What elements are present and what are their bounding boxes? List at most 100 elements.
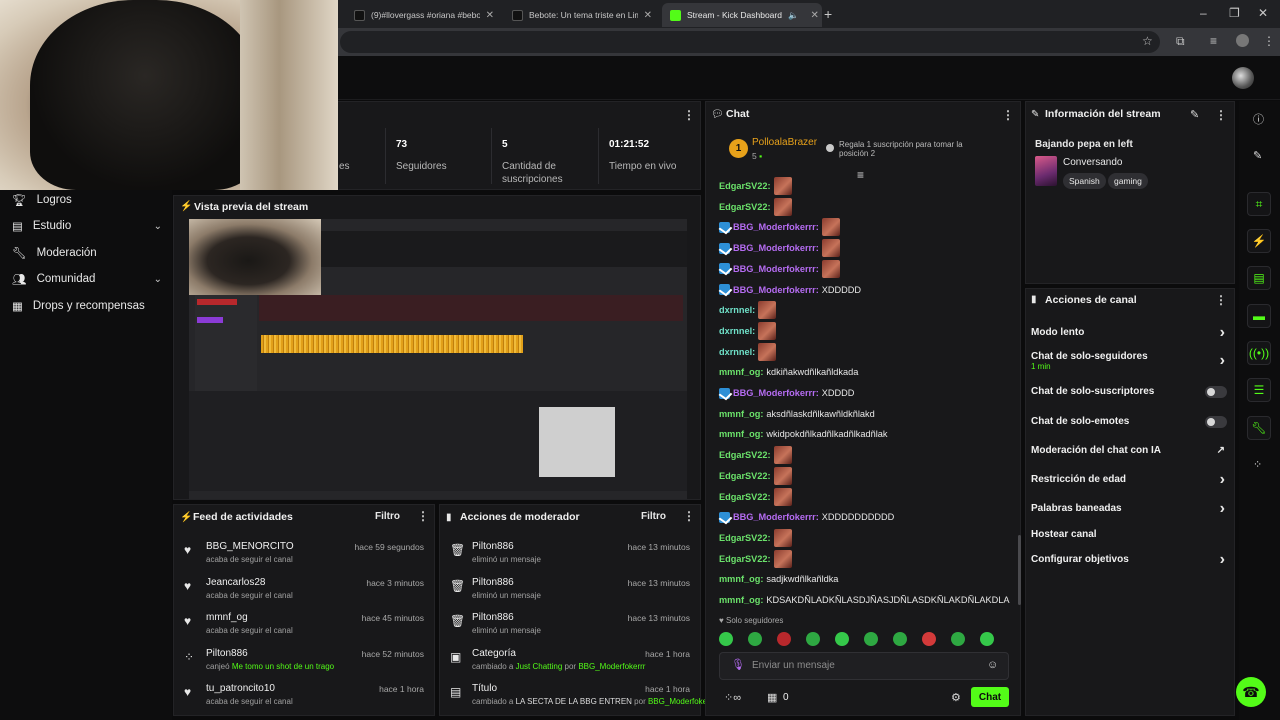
chat-username[interactable]: mmnf_og: (719, 574, 763, 584)
chat-username[interactable]: BBG_Moderfokerrr: (733, 222, 819, 232)
microphone-icon[interactable]: 🎙︎ (731, 658, 745, 671)
feed-desc-user[interactable]: BBG_Moderfokerrr (578, 662, 645, 671)
new-tab-icon[interactable]: + (824, 6, 832, 22)
top-gifter-name[interactable]: PolloalaBrazer (752, 137, 817, 148)
emoji-picker-icon[interactable]: ☺ (987, 659, 998, 671)
rail-broadcast-button[interactable]: ((•)) (1247, 341, 1271, 365)
bookmark-star-icon[interactable]: ☆ (1142, 34, 1153, 48)
stats-menu-icon[interactable]: ⋮ (683, 108, 695, 122)
rail-notes-button[interactable]: ▤ (1247, 266, 1271, 290)
chat-username[interactable]: BBG_Moderfokerrr: (733, 512, 819, 522)
sidebar-item-comunidad[interactable]: 👥︎ Comunidad ⌄ (12, 269, 162, 289)
close-icon[interactable]: ✕ (811, 10, 819, 21)
minimize-icon[interactable]: – (1200, 6, 1207, 20)
feed-username[interactable]: Pilton886 (472, 612, 514, 623)
chat-username[interactable]: BBG_Moderfokerrr: (733, 388, 819, 398)
chat-username[interactable]: dxrnnel: (719, 347, 755, 357)
emote-shortcut[interactable] (719, 632, 733, 646)
collapse-pinned-icon[interactable]: ≡ (857, 168, 864, 182)
chat-username[interactable]: EdgarSV22: (719, 492, 771, 502)
profile-avatar[interactable] (1236, 34, 1249, 47)
channel-action-item[interactable]: Restricción de edad › (1031, 472, 1231, 488)
channel-actions-menu-icon[interactable]: ⋮ (1215, 293, 1227, 307)
toggle-switch[interactable] (1205, 416, 1227, 428)
emote-shortcut[interactable] (893, 632, 907, 646)
channel-action-item[interactable]: Palabras baneadas › (1031, 501, 1231, 517)
chat-settings-gear-icon[interactable]: ⚙ (951, 691, 961, 704)
channel-action-item[interactable]: Hostear canal (1031, 529, 1231, 543)
window-close-icon[interactable]: ✕ (1258, 6, 1268, 20)
extensions-icon[interactable]: ⧉ (1176, 34, 1185, 49)
feed-username[interactable]: Pilton886 (472, 577, 514, 588)
emote-shortcut[interactable] (748, 632, 762, 646)
edit-icon[interactable]: ✎ (1253, 149, 1262, 162)
stream-category[interactable]: Conversando (1063, 157, 1122, 168)
user-avatar[interactable] (1232, 67, 1254, 89)
chat-username[interactable]: EdgarSV22: (719, 554, 771, 564)
close-icon[interactable]: ✕ (486, 10, 494, 21)
media-icon[interactable]: ≡ (1210, 34, 1217, 48)
menu-dots-icon[interactable]: ⋮ (1263, 34, 1275, 48)
activity-filter-button[interactable]: Filtro (375, 511, 400, 522)
emote-shortcut[interactable] (951, 632, 965, 646)
feed-username[interactable]: Pilton886 (206, 648, 248, 659)
help-support-button[interactable]: ☎ (1236, 677, 1266, 707)
chat-username[interactable]: BBG_Moderfokerrr: (733, 264, 819, 274)
chat-username[interactable]: BBG_Moderfokerrr: (733, 243, 819, 253)
chat-username[interactable]: mmnf_og: (719, 429, 763, 439)
external-link-icon[interactable]: ↗ (1217, 445, 1225, 456)
channel-action-item[interactable]: Chat de solo-seguidores 1 min › (1031, 351, 1231, 375)
sidebar-item-logros[interactable]: 🏆︎ Logros (12, 190, 162, 210)
category-thumbnail[interactable] (1035, 156, 1057, 186)
rail-layout-button[interactable]: ☰ (1247, 378, 1271, 402)
chat-username[interactable]: mmnf_og: (719, 367, 763, 377)
chat-username[interactable]: EdgarSV22: (719, 471, 771, 481)
mod-filter-button[interactable]: Filtro (641, 511, 666, 522)
feed-username[interactable]: BBG_MENORCITO (206, 541, 294, 552)
emote-shortcut[interactable] (864, 632, 878, 646)
feed-username[interactable]: Jeancarlos28 (206, 577, 265, 588)
viewer-icon[interactable]: ⁘∞ (724, 691, 741, 704)
chat-username[interactable]: EdgarSV22: (719, 181, 771, 191)
rail-mod-button[interactable]: 🔧︎ (1247, 416, 1271, 440)
chat-username[interactable]: dxrnnel: (719, 326, 755, 336)
sidebar-item-moderacion[interactable]: 🔧︎ Moderación (12, 243, 162, 263)
rail-clip-button[interactable]: ⌗ (1247, 192, 1271, 216)
emote-shortcut[interactable] (835, 632, 849, 646)
chat-username[interactable]: mmnf_og: (719, 595, 763, 605)
browser-tab-kick-dashboard[interactable]: Stream - Kick Dashboard 🔈 ✕ (662, 3, 822, 27)
activity-menu-icon[interactable]: ⋮ (417, 509, 429, 523)
edit-stream-icon[interactable]: ✎ (1190, 108, 1199, 121)
feed-username[interactable]: tu_patroncito10 (206, 683, 275, 694)
chat-send-button[interactable]: Chat (971, 687, 1009, 707)
sidebar-item-estudio[interactable]: ▤ Estudio ⌄ (12, 216, 162, 236)
stream-preview-video[interactable] (189, 219, 687, 499)
maximize-icon[interactable]: ❐ (1229, 6, 1240, 20)
feed-username[interactable]: Pilton886 (472, 541, 514, 552)
chat-scrollbar[interactable] (1018, 535, 1021, 605)
emote-shortcut[interactable] (806, 632, 820, 646)
chat-menu-icon[interactable]: ⋮ (1002, 108, 1014, 122)
close-icon[interactable]: ✕ (644, 10, 652, 21)
feed-username[interactable]: Categoría (472, 648, 516, 659)
rail-chat-button[interactable]: ▬ (1247, 304, 1271, 328)
chat-username[interactable]: mmnf_og: (719, 409, 763, 419)
toggle-switch[interactable] (1205, 386, 1227, 398)
rail-flash-button[interactable]: ⚡ (1247, 229, 1271, 253)
speaker-icon[interactable]: 🔈 (788, 10, 799, 21)
browser-tab-tiktok-2[interactable]: Bebote: Un tema triste en Lima ✕ (504, 3, 660, 27)
feed-username[interactable]: mmnf_og (206, 612, 248, 623)
channel-action-item[interactable]: Moderación del chat con IA ↗ (1031, 445, 1231, 459)
chat-username[interactable]: EdgarSV22: (719, 533, 771, 543)
community-icon[interactable]: ⁘ (1253, 458, 1262, 471)
mod-menu-icon[interactable]: ⋮ (683, 509, 695, 523)
channel-action-item[interactable]: Chat de solo-suscriptores (1031, 386, 1231, 400)
chat-username[interactable]: EdgarSV22: (719, 202, 771, 212)
channel-action-item[interactable]: Configurar objetivos › (1031, 552, 1231, 568)
chat-username[interactable]: BBG_Moderfokerrr: (733, 285, 819, 295)
info-icon[interactable]: ⓘ (1253, 111, 1264, 127)
channel-action-item[interactable]: Modo lento › (1031, 325, 1231, 341)
emote-shortcut[interactable] (922, 632, 936, 646)
chat-input-placeholder[interactable]: Enviar un mensaje (752, 660, 835, 671)
chat-username[interactable]: dxrnnel: (719, 305, 755, 315)
